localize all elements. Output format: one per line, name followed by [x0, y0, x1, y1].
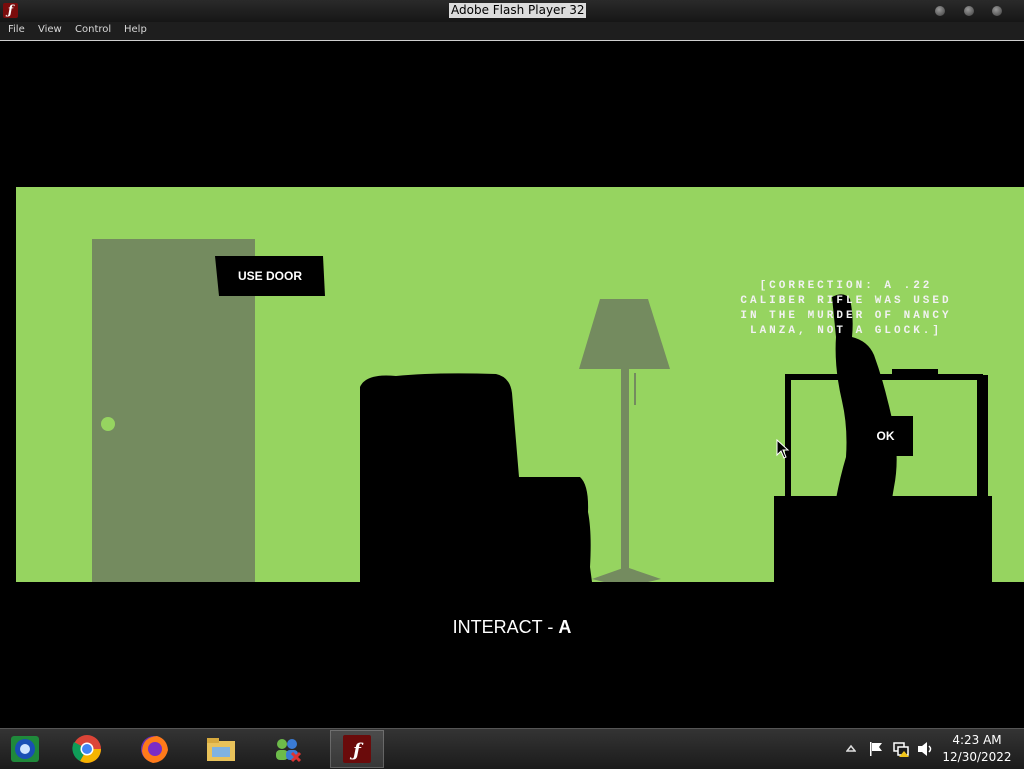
volume-icon[interactable] — [917, 741, 935, 757]
tv-stand — [774, 496, 992, 582]
menu-help[interactable]: Help — [124, 24, 147, 35]
interact-prefix: INTERACT - — [452, 617, 559, 637]
interact-hint: INTERACT - A — [0, 617, 1024, 638]
firefox-icon[interactable] — [137, 733, 171, 765]
flash-player-icon: ƒ — [343, 735, 371, 763]
ok-button[interactable]: OK — [858, 416, 913, 456]
windows-media-center-icon[interactable] — [9, 733, 43, 765]
minimize-icon[interactable] — [935, 6, 945, 16]
menu-file[interactable]: File — [8, 24, 25, 35]
messenger-icon[interactable] — [270, 733, 304, 765]
mouse-cursor-icon — [776, 439, 790, 459]
menu-view[interactable]: View — [38, 24, 62, 35]
flash-icon[interactable]: ƒ — [3, 3, 18, 18]
clock-time[interactable]: 4:23 AM — [946, 733, 1008, 747]
room-silhouettes — [360, 294, 992, 582]
floor-lamp — [579, 299, 670, 582]
clock-date[interactable]: 12/30/2022 — [940, 750, 1014, 764]
correction-message: [CORRECTION: A .22 CALIBER RIFLE WAS USE… — [740, 280, 952, 337]
action-center-flag-icon[interactable] — [868, 741, 884, 757]
interact-key: A — [558, 617, 572, 637]
taskbar: ƒ 4:23 AM 12/30/2022 — [0, 728, 1024, 769]
menu-bar: File View Control Help — [0, 22, 1024, 41]
network-icon[interactable] — [892, 740, 910, 758]
file-explorer-icon[interactable] — [204, 733, 238, 765]
game-scene[interactable]: USE DOOR [CORRECTION: A .22 CALIBER RIFL… — [16, 187, 1024, 582]
window-title: Adobe Flash Player 32 — [449, 3, 587, 18]
window-title-bar[interactable]: ƒ Adobe Flash Player 32 — [0, 0, 1024, 22]
menu-control[interactable]: Control — [75, 24, 111, 35]
close-icon[interactable] — [992, 6, 1002, 16]
taskbar-active-flash[interactable]: ƒ — [330, 730, 384, 768]
use-door-label: USE DOOR — [237, 269, 302, 283]
show-hidden-icons-arrow[interactable] — [846, 743, 856, 753]
armchair — [360, 373, 592, 582]
chrome-icon[interactable] — [70, 733, 104, 765]
use-door-button[interactable]: USE DOOR — [215, 256, 325, 296]
maximize-icon[interactable] — [964, 6, 974, 16]
